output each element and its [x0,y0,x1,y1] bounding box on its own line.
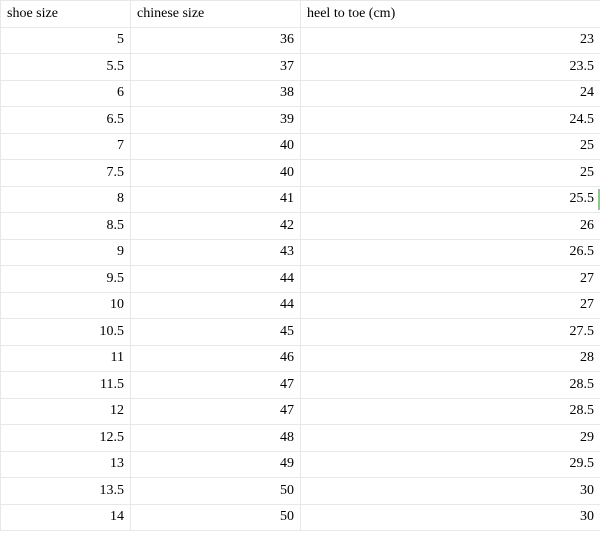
cell: 26 [301,213,600,240]
table-row: 9.54427 [1,266,600,293]
cell: 47 [131,398,301,425]
cell: 11.5 [1,372,131,399]
cell: 44 [131,292,301,319]
header-row: shoe size chinese size heel to toe (cm) [1,1,600,28]
cell: 25 [301,160,600,187]
cell: 50 [131,478,301,505]
cell: 44 [131,266,301,293]
cell: 8.5 [1,213,131,240]
table-row: 63824 [1,80,600,107]
table-row: 12.54829 [1,425,600,452]
cell: 5 [1,27,131,54]
cell: 8 [1,186,131,213]
cell: 23 [301,27,600,54]
cell: 11 [1,345,131,372]
cell: 30 [301,504,600,531]
cell: 7 [1,133,131,160]
table-row: 8.54226 [1,213,600,240]
table-row: 114628 [1,345,600,372]
cell: 38 [131,80,301,107]
cell: 10 [1,292,131,319]
table-row: 84125.5 [1,186,600,213]
cell: 7.5 [1,160,131,187]
cell: 30 [301,478,600,505]
table-body: 536235.53723.5638246.53924.5740257.54025… [1,27,600,531]
cell: 29 [301,425,600,452]
table-row: 124728.5 [1,398,600,425]
cell: 9.5 [1,266,131,293]
cell: 12 [1,398,131,425]
cell: 40 [131,160,301,187]
cell: 41 [131,186,301,213]
cell: 39 [131,107,301,134]
cell: 13 [1,451,131,478]
cell: 24 [301,80,600,107]
table-row: 53623 [1,27,600,54]
col-header-heel-to-toe: heel to toe (cm) [301,1,600,28]
table-row: 134929.5 [1,451,600,478]
table-row: 11.54728.5 [1,372,600,399]
cell: 48 [131,425,301,452]
cell: 28 [301,345,600,372]
cell: 50 [131,504,301,531]
cell: 42 [131,213,301,240]
cell: 5.5 [1,54,131,81]
cell: 27 [301,266,600,293]
cell: 49 [131,451,301,478]
cell: 6.5 [1,107,131,134]
cell: 36 [131,27,301,54]
cell: 37 [131,54,301,81]
cell: 14 [1,504,131,531]
cell: 40 [131,133,301,160]
table-row: 5.53723.5 [1,54,600,81]
table-row: 6.53924.5 [1,107,600,134]
cell: 26.5 [301,239,600,266]
table-row: 145030 [1,504,600,531]
table-row: 7.54025 [1,160,600,187]
cell: 28.5 [301,398,600,425]
cell: 47 [131,372,301,399]
table-row: 13.55030 [1,478,600,505]
cell: 29.5 [301,451,600,478]
col-header-chinese-size: chinese size [131,1,301,28]
table-row: 94326.5 [1,239,600,266]
table-row: 10.54527.5 [1,319,600,346]
cell: 46 [131,345,301,372]
cell: 25.5 [301,186,600,213]
size-chart-table: shoe size chinese size heel to toe (cm) … [0,0,600,531]
table-row: 74025 [1,133,600,160]
cell: 27 [301,292,600,319]
col-header-shoe-size: shoe size [1,1,131,28]
cell: 25 [301,133,600,160]
cell: 28.5 [301,372,600,399]
cell: 45 [131,319,301,346]
cell: 9 [1,239,131,266]
cell: 6 [1,80,131,107]
cell: 43 [131,239,301,266]
cell: 24.5 [301,107,600,134]
cell: 13.5 [1,478,131,505]
cell: 27.5 [301,319,600,346]
table-row: 104427 [1,292,600,319]
cell: 12.5 [1,425,131,452]
cell: 10.5 [1,319,131,346]
cell: 23.5 [301,54,600,81]
